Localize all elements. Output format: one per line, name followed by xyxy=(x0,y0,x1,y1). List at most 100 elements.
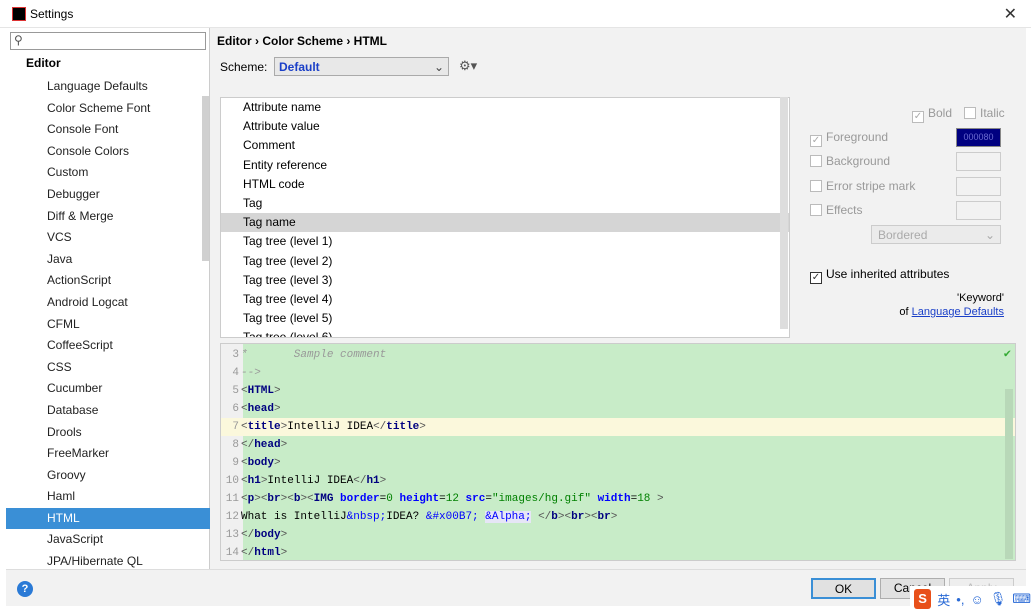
code-token: head xyxy=(247,403,275,415)
sidebar-item[interactable]: Color Scheme Font xyxy=(6,98,210,120)
ime-language[interactable]: 英 xyxy=(937,590,950,609)
effect-type-select[interactable]: Bordered ⌄ xyxy=(871,225,1001,244)
effects-color-swatch[interactable] xyxy=(956,201,1001,220)
microphone-icon[interactable]: 🎙 xyxy=(990,591,1007,607)
code-token: 18 xyxy=(637,493,651,505)
code-token: head xyxy=(254,439,281,451)
attribute-list-item[interactable]: Tag name xyxy=(221,213,789,233)
code-token: = xyxy=(485,493,492,505)
code-token: = xyxy=(439,493,446,505)
sidebar-item[interactable]: Groovy xyxy=(6,465,210,487)
attribute-list-item[interactable]: Attribute name xyxy=(221,98,789,117)
attribute-list-item[interactable]: Attribute value xyxy=(221,117,789,136)
attribute-list-scrollbar[interactable] xyxy=(780,97,788,329)
attribute-list-item[interactable]: Tag tree (level 5) xyxy=(221,309,789,328)
sidebar-item[interactable]: Language Defaults xyxy=(6,76,210,98)
attribute-list-item[interactable]: Tag tree (level 1) xyxy=(221,232,789,251)
search-icon: ⚲ xyxy=(14,33,23,47)
sidebar-item[interactable]: Database xyxy=(6,400,210,422)
language-defaults-link[interactable]: Language Defaults xyxy=(912,306,1004,318)
code-token: > xyxy=(280,529,288,541)
breadcrumb: Editor › Color Scheme › HTML xyxy=(217,34,388,48)
ime-punctuation[interactable]: •, xyxy=(956,592,964,607)
help-button[interactable]: ? xyxy=(17,581,33,597)
italic-checkbox[interactable]: Italic xyxy=(964,106,1005,120)
attribute-list-item[interactable]: Tag tree (level 4) xyxy=(221,290,789,309)
sidebar-item[interactable]: CoffeeScript xyxy=(6,335,210,357)
foreground-checkbox[interactable]: ✓ Foreground xyxy=(810,130,888,147)
attribute-list-item[interactable]: Tag xyxy=(221,194,789,213)
gear-icon[interactable]: ⚙▾ xyxy=(459,58,477,74)
effects-checkbox[interactable]: Effects xyxy=(810,203,862,217)
code-token: HTML xyxy=(247,385,275,397)
code-token: body xyxy=(247,457,275,469)
background-checkbox[interactable]: Background xyxy=(810,154,890,168)
error-stripe-color-swatch[interactable] xyxy=(956,177,1001,196)
sidebar-item[interactable]: VCS xyxy=(6,227,210,249)
sidebar-item[interactable]: Drools xyxy=(6,422,210,444)
search-input[interactable]: ⚲ xyxy=(10,32,206,50)
code-token: < xyxy=(241,475,248,487)
sidebar-item[interactable]: HTML xyxy=(6,507,210,530)
code-token: < xyxy=(241,385,248,397)
code-token: src xyxy=(458,493,486,505)
checkmark-icon: ✔ xyxy=(1003,347,1011,361)
error-stripe-checkbox[interactable]: Error stripe mark xyxy=(810,179,915,193)
dialog-footer: ? OK Cancel Apply xyxy=(6,569,1026,606)
sidebar-item[interactable]: ActionScript xyxy=(6,270,210,292)
attribute-list-item[interactable]: Entity reference xyxy=(221,156,789,175)
chevron-down-icon: ⌄ xyxy=(433,60,444,74)
code-token: * Sample comment xyxy=(241,349,387,361)
code-token: IMG xyxy=(313,493,334,505)
attribute-list-item[interactable]: Tag tree (level 6) xyxy=(221,328,789,337)
bold-label: Bold xyxy=(928,106,953,120)
sidebar-item[interactable]: Java xyxy=(6,249,210,271)
sidebar-item[interactable]: JavaScript xyxy=(6,529,210,551)
sidebar-scrollbar[interactable] xyxy=(202,96,209,261)
scheme-select[interactable]: Default ⌄ xyxy=(274,57,449,76)
sidebar-item[interactable]: Console Colors xyxy=(6,141,210,163)
sidebar-section-editor[interactable]: Editor xyxy=(26,56,61,70)
emoji-icon[interactable]: ☺ xyxy=(970,592,983,607)
attribute-list-item[interactable]: Tag tree (level 3) xyxy=(221,271,789,290)
line-number: 8 xyxy=(232,439,239,451)
attribute-list: Attribute name Attribute value Comment Enti… xyxy=(220,97,790,338)
bold-checkbox[interactable]: ✓ Bold xyxy=(912,106,952,123)
line-number: 13 xyxy=(225,529,239,541)
code-token: --> xyxy=(241,367,261,379)
sidebar-item[interactable]: CFML xyxy=(6,314,210,336)
preview-editor[interactable]: 3 * Sample comment 4 --> 5 <HTML> 6 <head> 7 <tit… xyxy=(220,343,1016,561)
sidebar-item[interactable]: Console Font xyxy=(6,119,210,141)
code-token: >< xyxy=(584,511,598,523)
code-token: What is IntelliJ xyxy=(241,511,347,523)
code-token: &Alpha; xyxy=(485,511,532,523)
attribute-properties: ✓ Bold Italic ✓ Foreground 000080 Backgrou… xyxy=(802,100,1012,330)
sidebar-item[interactable]: CSS xyxy=(6,357,210,379)
sidebar-item[interactable]: Haml xyxy=(6,486,210,508)
sidebar-item[interactable]: Custom xyxy=(6,162,210,184)
preview-scrollbar[interactable] xyxy=(1005,389,1013,559)
line-number: 6 xyxy=(232,403,239,415)
sidebar-item[interactable]: Cucumber xyxy=(6,378,210,400)
code-line: 14 </html> xyxy=(221,544,1015,560)
use-inherited-checkbox[interactable]: ✓ Use inherited attributes xyxy=(810,267,949,284)
background-color-swatch[interactable] xyxy=(956,152,1001,171)
sidebar-item[interactable]: FreeMarker xyxy=(6,443,210,465)
ok-button[interactable]: OK xyxy=(811,578,876,599)
sidebar-item[interactable]: Diff & Merge xyxy=(6,206,210,228)
chevron-down-icon: ⌄ xyxy=(984,228,995,242)
sidebar-item[interactable]: Android Logcat xyxy=(6,292,210,314)
code-token: title xyxy=(386,421,420,433)
ime-logo[interactable]: S xyxy=(914,589,932,609)
attribute-list-item[interactable]: Comment xyxy=(221,136,789,155)
sidebar-item[interactable]: Debugger xyxy=(6,184,210,206)
close-icon[interactable]: ✕ xyxy=(1004,4,1017,24)
foreground-label: Foreground xyxy=(826,130,889,144)
code-token: br xyxy=(597,511,611,523)
settings-dialog: ⚲ Editor Language Defaults Color Scheme F… xyxy=(6,28,1026,606)
attribute-list-item[interactable]: Tag tree (level 2) xyxy=(221,252,789,271)
code-line: 12 What is IntelliJ&nbsp;IDEA? &#x00B7; &… xyxy=(221,508,1015,526)
foreground-color-swatch[interactable]: 000080 xyxy=(956,128,1001,147)
attribute-list-item[interactable]: HTML code xyxy=(221,175,789,194)
keyboard-icon[interactable]: ⌨ xyxy=(1012,591,1031,607)
